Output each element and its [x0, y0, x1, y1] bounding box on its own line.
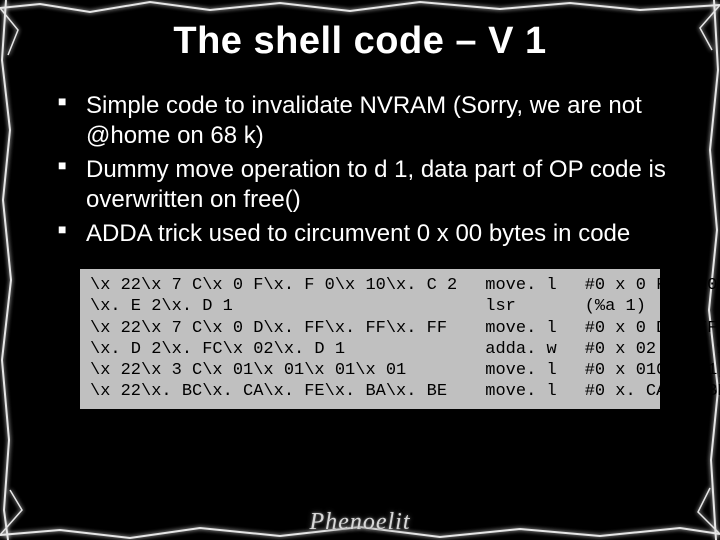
code-hex-column: \x 22\x 7 C\x 0 F\x. F 0\x 10\x. C 2 \x.… [90, 275, 457, 403]
bullet-item: Dummy move operation to d 1, data part o… [58, 155, 680, 215]
slide-content: The shell code – V 1 Simple code to inva… [0, 0, 720, 540]
code-mnemonic-column: move. l lsr move. l adda. w move. l move… [485, 275, 556, 403]
code-operands-column: #0 x 0 FF 010 C 2, %a 1 (%a 1) #0 x 0 DF… [585, 275, 720, 403]
bullet-list: Simple code to invalidate NVRAM (Sorry, … [58, 91, 680, 249]
footer-logo: Phenoelit [310, 509, 411, 536]
bullet-item: Simple code to invalidate NVRAM (Sorry, … [58, 91, 680, 151]
code-block: \x 22\x 7 C\x 0 F\x. F 0\x 10\x. C 2 \x.… [80, 269, 660, 409]
slide-title: The shell code – V 1 [40, 20, 680, 63]
bullet-item: ADDA trick used to circumvent 0 x 00 byt… [58, 219, 680, 249]
